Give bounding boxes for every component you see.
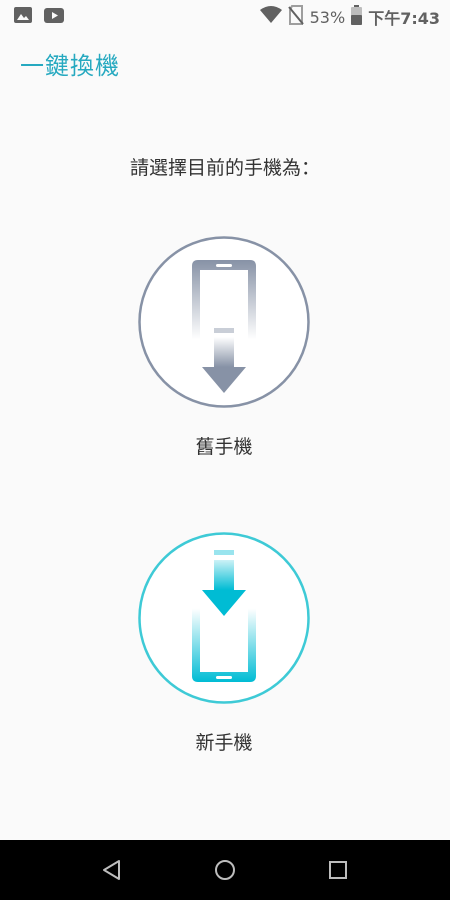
navigation-bar [0, 840, 450, 900]
youtube-icon [44, 7, 64, 27]
no-sim-icon [287, 5, 304, 29]
wifi-icon [259, 6, 282, 28]
battery-percent: 53% [309, 7, 346, 27]
new-phone-option[interactable]: 新手機 [138, 532, 310, 754]
image-icon [14, 7, 32, 27]
status-bar: 53% 下午7:43 [0, 0, 450, 32]
status-left [14, 7, 64, 27]
recents-icon[interactable] [326, 858, 350, 882]
status-right: 53% 下午7:43 [259, 5, 440, 29]
screen: 53% 下午7:43 一鍵換機 請選擇目前的手機為： 舊手機 新手機 [0, 0, 450, 900]
battery-icon [351, 5, 363, 29]
home-icon[interactable] [213, 858, 237, 882]
page-title: 一鍵換機 [20, 52, 120, 80]
new-phone-receive-icon [138, 532, 310, 704]
prompt-text: 請選擇目前的手機為： [129, 157, 320, 179]
clock: 下午7:43 [368, 9, 440, 28]
back-icon[interactable] [100, 858, 124, 882]
old-phone-option[interactable]: 舊手機 [138, 236, 310, 458]
old-phone-send-icon [138, 236, 310, 408]
old-phone-label: 舊手機 [195, 436, 253, 458]
new-phone-label: 新手機 [195, 732, 253, 754]
